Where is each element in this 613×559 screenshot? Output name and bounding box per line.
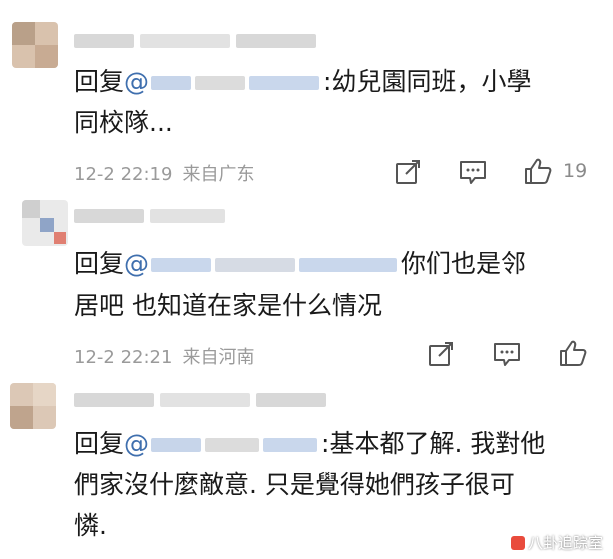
reply-line-2: 們家沒什麼敵意. 只是覺得她們孩子很可: [74, 470, 515, 499]
mention-link[interactable]: @: [124, 429, 149, 458]
avatar[interactable]: [22, 200, 68, 246]
username-blurred[interactable]: [74, 389, 334, 411]
watermark: 八卦追踪室: [510, 532, 603, 553]
reply-prefix: 回复: [74, 67, 125, 96]
comment-icon[interactable]: [458, 157, 488, 187]
avatar[interactable]: [10, 383, 56, 429]
like-count: 19: [563, 160, 588, 182]
avatar[interactable]: [12, 22, 58, 68]
watermark-logo-icon: [510, 536, 525, 550]
mention-link[interactable]: @: [124, 249, 149, 278]
reply-text: :幼兒園同班，小學: [323, 67, 532, 96]
comment-location: 来自河南: [182, 347, 255, 368]
thumbs-up-icon[interactable]: [523, 156, 553, 186]
comment-location: 来自广东: [182, 164, 255, 185]
mention-username-blurred[interactable]: [151, 255, 399, 275]
reply-line-1: 回复@ :基本都了解. 我對他: [74, 425, 545, 463]
share-icon[interactable]: [426, 339, 456, 369]
reply-line-2: 同校隊...: [74, 108, 173, 137]
username-blurred[interactable]: [74, 30, 334, 52]
comment-1: 回复@ :幼兒園同班，小學 同校隊... 12-2 22:19 来自广东 19: [0, 0, 613, 200]
comment-2: 回复@ 你们也是邻 居吧 也知道在家是什么情况 12-2 22:21 来自河南: [0, 200, 613, 375]
comment-meta: 12-2 22:19 来自广东: [74, 160, 264, 186]
reply-line-1: 回复@ :幼兒園同班，小學: [74, 63, 531, 101]
mention-username-blurred[interactable]: [151, 435, 319, 455]
username-blurred[interactable]: [74, 205, 234, 227]
reply-prefix: 回复: [74, 429, 125, 458]
comment-date: 12-2 22:21: [74, 347, 173, 368]
reply-text: :基本都了解. 我對他: [321, 429, 546, 458]
reply-line-2: 居吧 也知道在家是什么情况: [74, 291, 382, 320]
reply-line-1: 回复@ 你们也是邻: [74, 245, 526, 283]
reply-text: 你们也是邻: [401, 249, 527, 278]
reply-prefix: 回复: [74, 249, 125, 278]
comment-icon[interactable]: [492, 339, 522, 369]
mention-username-blurred[interactable]: [151, 73, 321, 93]
watermark-text: 八卦追踪室: [527, 534, 603, 552]
thumbs-up-icon[interactable]: [558, 338, 588, 368]
mention-link[interactable]: @: [124, 67, 149, 96]
comment-meta: 12-2 22:21 来自河南: [74, 343, 264, 369]
comment-date: 12-2 22:19: [74, 164, 173, 185]
reply-line-3: 憐.: [74, 511, 107, 540]
share-icon[interactable]: [393, 157, 423, 187]
